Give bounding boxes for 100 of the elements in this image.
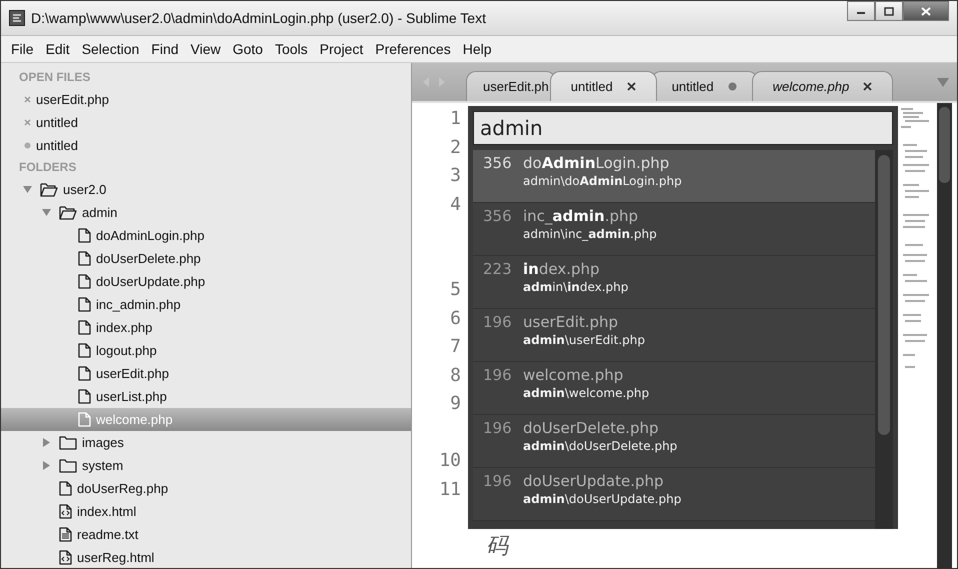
search-field[interactable]: admin bbox=[473, 111, 893, 145]
menu-item[interactable]: Help bbox=[456, 41, 498, 57]
file-entry[interactable]: doAdminLogin.php bbox=[1, 224, 411, 247]
match-score: 356 bbox=[483, 207, 513, 225]
file-icon bbox=[78, 343, 91, 358]
open-folder-icon bbox=[59, 206, 77, 220]
file-name: inc_admin.php bbox=[523, 207, 638, 225]
file-entry[interactable]: index.html bbox=[1, 500, 411, 523]
line-number: 3 bbox=[450, 164, 462, 188]
folder-entry[interactable]: user2.0 bbox=[1, 178, 411, 201]
file-icon bbox=[78, 320, 91, 335]
file-icon bbox=[78, 274, 91, 289]
file-name: doAdminLogin.php bbox=[523, 154, 670, 172]
line-number: 6 bbox=[450, 306, 462, 330]
minimize-button[interactable] bbox=[847, 1, 875, 21]
dropdown-arrow-icon[interactable] bbox=[937, 78, 949, 86]
line-number: 8 bbox=[450, 364, 462, 388]
match-score: 223 bbox=[483, 260, 513, 278]
file-path: admin\inc_admin.php bbox=[523, 227, 658, 241]
file-entry[interactable]: doUserReg.php bbox=[1, 477, 411, 500]
line-number: 9 bbox=[450, 392, 462, 416]
menu-item[interactable]: Edit bbox=[40, 41, 76, 57]
result-item[interactable]: 356 inc_admin.php admin\inc_admin.php bbox=[473, 203, 875, 256]
menu-item[interactable]: Tools bbox=[268, 41, 314, 57]
file-name: welcome.php bbox=[523, 366, 624, 384]
file-entry[interactable]: index.php bbox=[1, 316, 411, 339]
file-entry[interactable]: userList.php bbox=[1, 385, 411, 408]
line-number: 10 bbox=[439, 449, 462, 473]
code-text: 码 bbox=[486, 534, 508, 560]
file-icon bbox=[78, 389, 91, 404]
open-folder-icon bbox=[40, 182, 58, 196]
scrollbar[interactable] bbox=[875, 150, 893, 529]
folder-entry[interactable]: images bbox=[1, 431, 411, 454]
file-path: admin\index.php bbox=[523, 280, 630, 294]
close-button[interactable] bbox=[903, 1, 949, 21]
file-name: doUserUpdate.php bbox=[523, 472, 664, 490]
result-item[interactable]: 356 doAdminLogin.php admin\doAdminLogin.php bbox=[473, 150, 875, 203]
file-path: admin\doAdminLogin.php bbox=[523, 174, 683, 188]
result-item[interactable]: 223 index.php admin\index.php bbox=[473, 256, 875, 309]
open-file-item[interactable]: userEdit.php bbox=[1, 88, 411, 111]
file-entry[interactable]: logout.php bbox=[1, 339, 411, 362]
caret-right-icon[interactable] bbox=[42, 438, 51, 447]
result-item[interactable]: 196 welcome.php admin\welcome.php bbox=[473, 362, 875, 415]
file-path: admin\userEdit.php bbox=[523, 333, 646, 347]
file-entry[interactable]: readme.txt bbox=[1, 523, 411, 546]
open-file-item[interactable]: untitled bbox=[1, 111, 411, 134]
text-file-icon bbox=[59, 527, 72, 542]
folder-icon bbox=[59, 436, 77, 450]
window-title: D:\wamp\www\user2.0\admin\doAdminLogin.php (user2.0) - Sublime Text bbox=[31, 10, 486, 26]
file-icon bbox=[78, 366, 91, 381]
menu-item[interactable]: Project bbox=[314, 41, 370, 57]
file-path: admin\doUserUpdate.php bbox=[523, 492, 682, 506]
maximize-button[interactable] bbox=[875, 1, 903, 21]
menu-item[interactable]: File bbox=[5, 41, 40, 57]
folder-entry[interactable]: system bbox=[1, 454, 411, 477]
result-item[interactable]: 196 doUserDelete.php admin\doUserDelete.php bbox=[473, 415, 875, 468]
line-number: 5 bbox=[450, 278, 462, 302]
match-score: 196 bbox=[483, 313, 513, 331]
file-icon bbox=[78, 228, 91, 243]
tab[interactable]: untitled bbox=[550, 71, 657, 101]
caret-down-icon[interactable] bbox=[42, 208, 51, 217]
menu-item[interactable]: Preferences bbox=[369, 41, 457, 57]
file-name: index.php bbox=[523, 260, 600, 278]
close-icon[interactable] bbox=[626, 82, 636, 91]
file-entry[interactable]: userEdit.php bbox=[1, 362, 411, 385]
line-number: 11 bbox=[439, 478, 462, 502]
close-icon[interactable] bbox=[863, 82, 872, 91]
code-file-icon bbox=[59, 550, 72, 565]
open-file-item[interactable]: untitled bbox=[1, 134, 411, 157]
folder-entry[interactable]: admin bbox=[1, 201, 411, 224]
result-item[interactable]: 196 doUserUpdate.php admin\doUserUpdate.php bbox=[473, 468, 875, 521]
file-entry[interactable]: userReg.html bbox=[1, 546, 411, 568]
menu-item[interactable]: Selection bbox=[76, 41, 146, 57]
match-score: 196 bbox=[483, 472, 513, 490]
file-path: admin\doUserDelete.php bbox=[523, 439, 678, 453]
match-score: 196 bbox=[483, 419, 513, 437]
line-number: 4 bbox=[450, 192, 462, 216]
file-icon bbox=[78, 297, 91, 312]
menu-item[interactable]: Find bbox=[145, 41, 185, 57]
file-entry[interactable]: inc_admin.php bbox=[1, 293, 411, 316]
file-entry[interactable]: doUserDelete.php bbox=[1, 247, 411, 270]
match-score: 356 bbox=[483, 154, 513, 172]
result-item[interactable]: 196 userEdit.php admin\userEdit.php bbox=[473, 309, 875, 362]
menu-item[interactable]: Goto bbox=[226, 41, 269, 57]
tab[interactable]: welcome.php bbox=[752, 71, 894, 101]
file-icon bbox=[78, 251, 91, 266]
match-score: 196 bbox=[483, 366, 513, 384]
file-name: userEdit.php bbox=[523, 313, 618, 331]
file-icon bbox=[78, 412, 91, 427]
section-heading: FOLDERS bbox=[18, 159, 78, 176]
file-icon bbox=[59, 481, 72, 496]
menu-item[interactable]: View bbox=[184, 41, 227, 57]
app-icon bbox=[9, 10, 25, 26]
file-entry[interactable]: doUserUpdate.php bbox=[1, 270, 411, 293]
scrollbar[interactable] bbox=[937, 103, 952, 568]
file-name: doUserDelete.php bbox=[523, 419, 658, 437]
caret-down-icon[interactable] bbox=[23, 185, 32, 194]
caret-right-icon[interactable] bbox=[42, 461, 51, 470]
line-number: 2 bbox=[450, 136, 462, 160]
line-number: 1 bbox=[450, 107, 462, 131]
